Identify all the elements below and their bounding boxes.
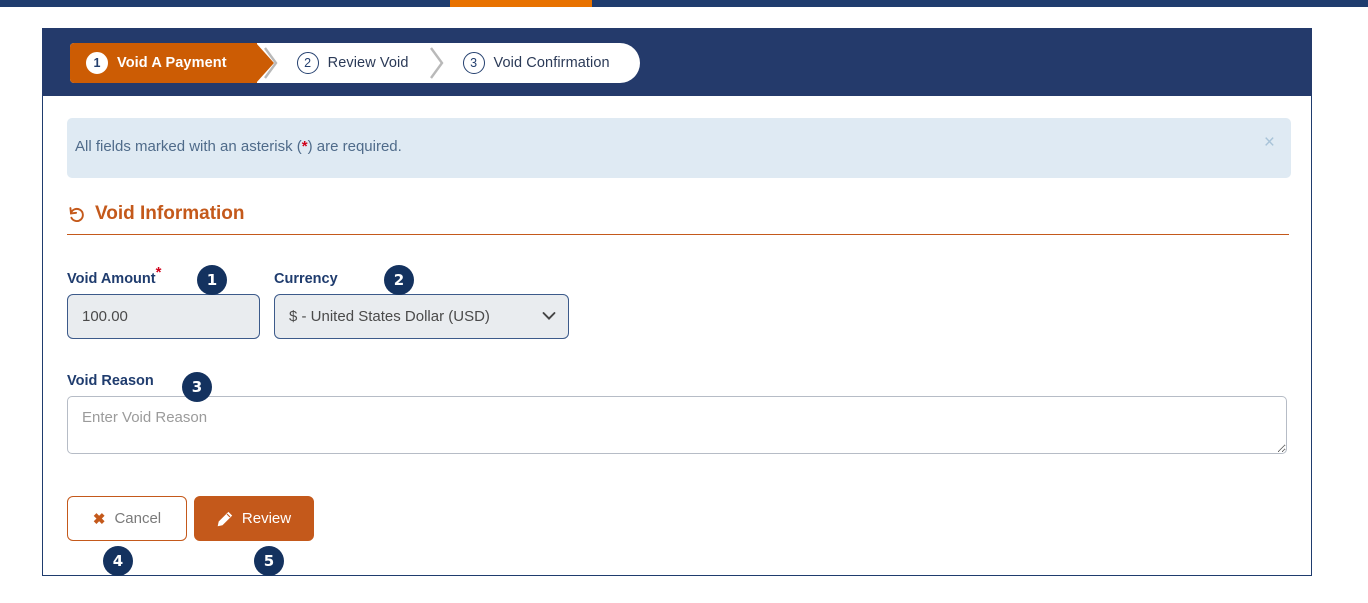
step-number-3: 3 (462, 52, 485, 74)
void-information-section: Void Information (67, 203, 1289, 235)
review-button[interactable]: Review (194, 496, 314, 541)
annotation-badge-2: 2 (384, 265, 414, 295)
section-title: Void Information (67, 203, 1289, 235)
card-header: 1 Void A Payment 2 Review Void 3 Void Co… (42, 28, 1312, 96)
void-payment-card: 1 Void A Payment 2 Review Void 3 Void Co… (42, 28, 1312, 576)
cancel-button-label: Cancel (114, 510, 162, 527)
alert-text-after: ) are required. (307, 138, 402, 155)
undo-arrow-icon (69, 206, 84, 222)
step-void-confirmation[interactable]: 3 Void Confirmation (449, 43, 626, 83)
void-reason-label: Void Reason (67, 373, 154, 389)
step-number-1: 1 (86, 52, 108, 74)
progress-stepper: 1 Void A Payment 2 Review Void 3 Void Co… (70, 43, 640, 83)
pencil-icon (217, 511, 233, 526)
amount-currency-row: Void Amount* Currency $ - United States … (67, 265, 569, 339)
step-label-3: Void Confirmation (493, 55, 610, 71)
currency-select[interactable]: $ - United States Dollar (USD) (274, 294, 569, 339)
currency-label: Currency (274, 271, 338, 287)
annotation-badge-4: 4 (103, 546, 133, 576)
required-fields-alert: All fields marked with an asterisk (*) a… (67, 118, 1291, 178)
step-number-2: 2 (296, 52, 319, 74)
section-title-text: Void Information (95, 203, 245, 224)
void-amount-field[interactable] (67, 294, 260, 339)
step-separator-chevron-icon-2 (425, 46, 449, 80)
void-reason-field[interactable] (67, 396, 1287, 454)
top-nav-active-segment (450, 0, 592, 7)
form-actions: ✖ Cancel Review (67, 496, 314, 541)
currency-group: Currency $ - United States Dollar (USD) (274, 271, 569, 339)
annotation-badge-3: 3 (182, 372, 212, 402)
currency-select-wrap: $ - United States Dollar (USD) (274, 294, 569, 339)
void-amount-group: Void Amount* (67, 265, 260, 339)
required-asterisk: * (155, 264, 162, 282)
close-icon[interactable]: × (1260, 131, 1279, 154)
alert-text-before: All fields marked with an asterisk ( (75, 138, 302, 155)
step-review-void[interactable]: 2 Review Void (283, 43, 425, 83)
step-label-2: Review Void (327, 55, 409, 71)
void-amount-label: Void Amount* (67, 265, 260, 287)
alert-message: All fields marked with an asterisk (*) a… (75, 138, 402, 155)
annotation-badge-1: 1 (197, 265, 227, 295)
cancel-button[interactable]: ✖ Cancel (67, 496, 187, 541)
annotation-badge-5: 5 (254, 546, 284, 576)
top-nav-strip (0, 0, 1368, 7)
review-button-label: Review (241, 510, 292, 527)
void-amount-label-text: Void Amount (67, 271, 156, 287)
void-reason-row: Void Reason (67, 373, 1287, 459)
step-label-1: Void A Payment (117, 55, 227, 71)
close-x-icon: ✖ (92, 510, 106, 528)
step-void-a-payment[interactable]: 1 Void A Payment (70, 43, 274, 83)
